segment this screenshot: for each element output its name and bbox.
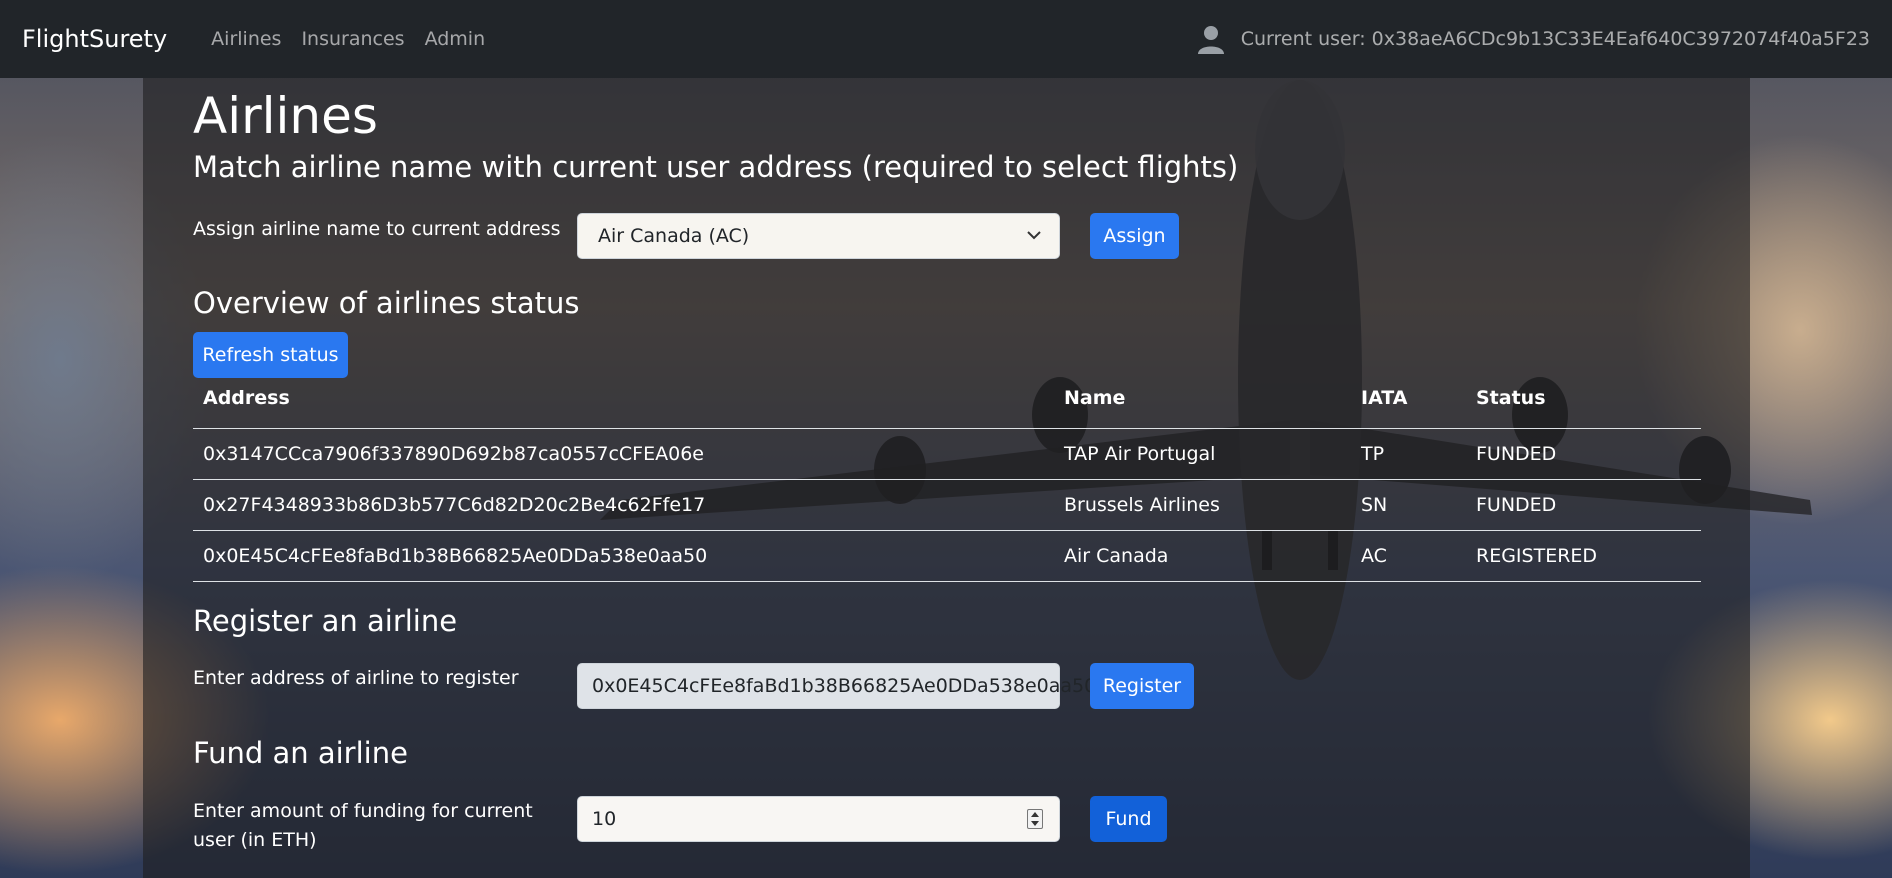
cell-address: 0x3147CCca7906f337890D692b87ca0557cCFEA0…	[203, 443, 704, 465]
table-header: Address Name IATA Status	[193, 378, 1701, 429]
table-row: 0x0E45C4cFEe8faBd1b38B66825Ae0DDa538e0aa…	[193, 531, 1701, 582]
register-address-input[interactable]: 0x0E45C4cFEe8faBd1b38B66825Ae0DDa538e0aa…	[577, 663, 1096, 709]
airline-select[interactable]: Air Canada (AC)	[577, 213, 1060, 259]
cell-status: FUNDED	[1476, 443, 1557, 465]
nav-link-insurances[interactable]: Insurances	[301, 28, 404, 50]
fund-amount-value: 10	[592, 808, 617, 830]
register-address-value: 0x0E45C4cFEe8faBd1b38B66825Ae0DDa538e0aa…	[592, 675, 1097, 697]
fund-heading: Fund an airline	[193, 736, 408, 770]
chevron-down-icon	[1027, 231, 1041, 240]
cell-address: 0x27F4348933b86D3b577C6d82D20c2Be4c62Ffe…	[203, 494, 706, 516]
number-spinner-icon[interactable]	[1027, 809, 1043, 829]
table-row: 0x27F4348933b86D3b577C6d82D20c2Be4c62Ffe…	[193, 480, 1701, 531]
assign-label: Assign airline name to current address	[193, 218, 561, 240]
cell-status: FUNDED	[1476, 494, 1557, 516]
brand-logo[interactable]: FlightSurety	[22, 25, 167, 53]
page-title: Airlines	[193, 87, 378, 145]
cell-iata: SN	[1361, 494, 1388, 516]
person-icon	[1197, 26, 1224, 54]
register-label: Enter address of airline to register	[193, 667, 519, 689]
header-name: Name	[1064, 387, 1126, 409]
assign-button[interactable]: Assign	[1090, 213, 1179, 259]
header-address: Address	[203, 387, 290, 409]
fund-label: Enter amount of funding for current user…	[193, 800, 533, 851]
register-heading: Register an airline	[193, 604, 458, 638]
header-status: Status	[1476, 387, 1546, 409]
top-navbar: FlightSurety Airlines Insurances Admin C…	[0, 0, 1892, 78]
current-user-info: Current user: 0x38aeA6CDc9b13C33E4Eaf640…	[1195, 23, 1870, 55]
cell-name: TAP Air Portugal	[1064, 443, 1216, 465]
cell-name: Air Canada	[1064, 545, 1169, 567]
airline-select-value: Air Canada (AC)	[598, 225, 750, 247]
fund-button[interactable]: Fund	[1090, 796, 1167, 842]
fund-amount-input[interactable]: 10	[577, 796, 1060, 842]
register-button[interactable]: Register	[1090, 663, 1194, 709]
cell-iata: TP	[1361, 443, 1385, 465]
overview-heading: Overview of airlines status	[193, 286, 580, 320]
nav-link-admin[interactable]: Admin	[425, 28, 486, 50]
table-row: 0x3147CCca7906f337890D692b87ca0557cCFEA0…	[193, 429, 1701, 480]
current-user-address: Current user: 0x38aeA6CDc9b13C33E4Eaf640…	[1240, 28, 1870, 50]
refresh-status-button[interactable]: Refresh status	[193, 332, 348, 378]
cell-iata: AC	[1361, 545, 1387, 567]
airlines-table: Address Name IATA Status 0x3147CCca7906f…	[193, 378, 1701, 582]
header-iata: IATA	[1361, 387, 1408, 409]
nav-link-airlines[interactable]: Airlines	[211, 28, 281, 50]
cell-status: REGISTERED	[1476, 545, 1598, 567]
cell-address: 0x0E45C4cFEe8faBd1b38B66825Ae0DDa538e0aa…	[203, 545, 708, 567]
match-heading: Match airline name with current user add…	[193, 150, 1239, 184]
cell-name: Brussels Airlines	[1064, 494, 1220, 516]
